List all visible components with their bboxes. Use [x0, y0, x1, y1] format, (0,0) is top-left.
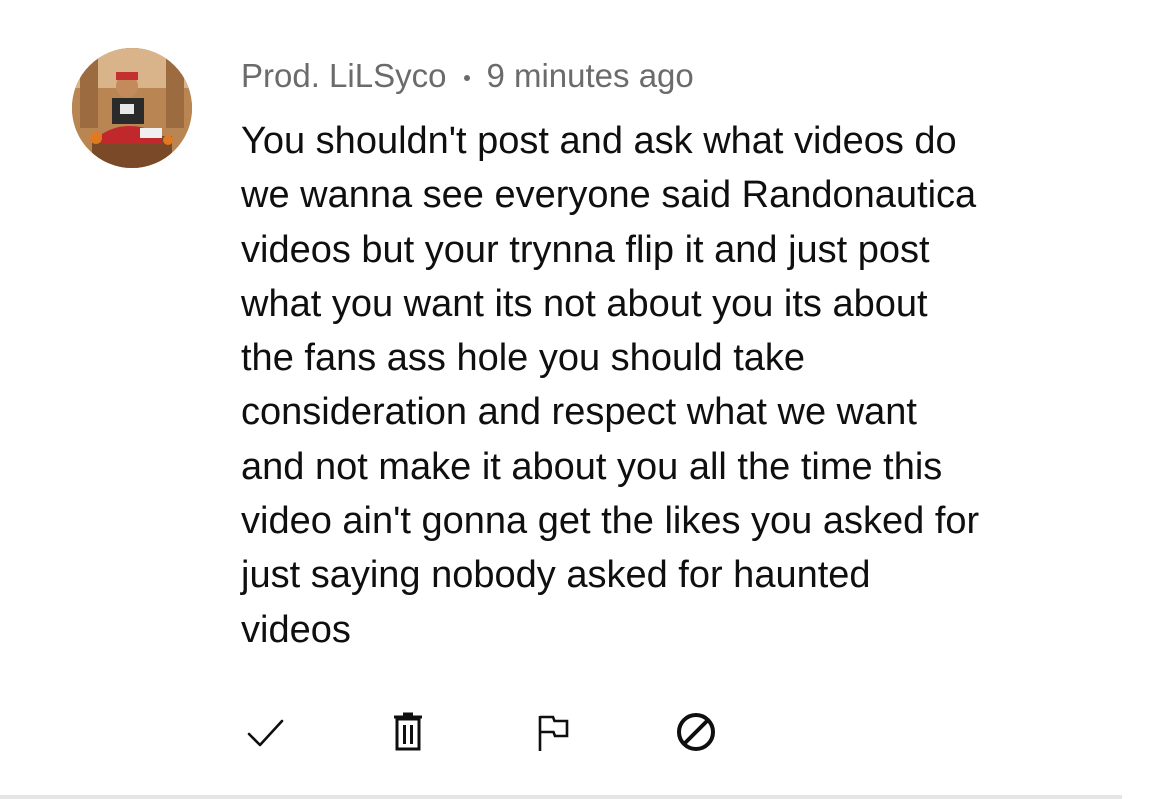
comment-text-line: we wanna see everyone said Randonautica: [241, 174, 977, 217]
comment-text-line: the fans ass hole you should take: [241, 337, 806, 380]
comment-item: Prod. LiLSyco 9 minutes ago You shouldn'…: [0, 0, 1170, 799]
checkmark-icon: [247, 719, 284, 747]
comment-meta: Prod. LiLSyco 9 minutes ago: [241, 56, 694, 96]
approve-button[interactable]: [237, 704, 293, 760]
trash-icon: [394, 712, 422, 751]
avatar-image: [72, 48, 192, 168]
comment-text-line: videos: [241, 608, 351, 651]
comment-text-line: and not make it about you all the time t…: [241, 445, 943, 488]
flag-icon: [538, 715, 569, 751]
divider: [0, 795, 1122, 799]
block-button[interactable]: [668, 704, 724, 760]
separator-dot: [464, 75, 471, 81]
comment-text-line: video ain't gonna get the likes you aske…: [241, 500, 980, 543]
comment-actions: [0, 700, 1170, 764]
comment-text-line: consideration and respect what we want: [241, 391, 917, 434]
comment-text-line: You shouldn't post and ask what videos d…: [241, 120, 957, 162]
comment-text: You shouldn't post and ask what videos d…: [241, 114, 1141, 657]
timestamp: 9 minutes ago: [486, 57, 694, 94]
comment-text-line: just saying nobody asked for haunted: [241, 554, 871, 597]
comment-text-line: what you want its not about you its abou…: [241, 282, 928, 325]
avatar[interactable]: [72, 48, 192, 168]
comment-text-line: videos but your trynna flip it and just …: [241, 228, 930, 271]
block-icon: [677, 713, 715, 751]
delete-button[interactable]: [380, 704, 436, 760]
author-name[interactable]: Prod. LiLSyco: [241, 57, 446, 95]
report-button[interactable]: [525, 704, 581, 760]
